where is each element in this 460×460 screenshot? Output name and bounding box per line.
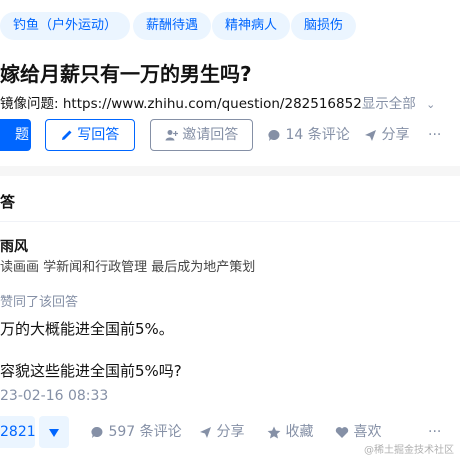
answer-paragraph: 容貌这些能进全国前5%吗? (0, 362, 182, 380)
invite-answer-label: 邀请回答 (182, 127, 239, 143)
topic-tag-brain[interactable]: 脑损伤 (291, 12, 357, 40)
answers-header (0, 176, 460, 222)
chevron-down-icon[interactable]: ⌄ (426, 98, 435, 111)
answer-author-bio: 读画画 学新闻和行政管理 最后成为地产策划 (0, 260, 256, 275)
answer-share-button[interactable]: 分享 (199, 416, 244, 448)
heart-icon (335, 426, 349, 438)
follow-question-button[interactable]: 题 (0, 119, 31, 151)
answer-date[interactable]: 23-02-16 08:33 (0, 388, 108, 404)
collect-button[interactable]: 收藏 (267, 416, 313, 448)
question-header: 钓鱼（户外运动） 薪酬待遇 精神病人 脑损伤 嫁给月薪只有一万的男生吗? 镜像问… (0, 0, 460, 166)
topic-tag-fishing[interactable]: 钓鱼（户外运动） (0, 12, 131, 40)
mirror-url[interactable]: https://www.zhihu.com/question/282516852 (63, 96, 362, 112)
triangle-down-icon (49, 428, 59, 437)
upvote-button[interactable]: 2821 (0, 416, 36, 448)
pencil-icon (61, 130, 72, 140)
answer-author-name[interactable]: 雨风 (0, 236, 28, 256)
answer-share-label: 分享 (216, 424, 245, 440)
mirror-label: 镜像问题: (0, 96, 59, 112)
question-comments-label: 14 条评论 (285, 127, 350, 143)
mirror-question: 镜像问题: https://www.zhihu.com/question/282… (0, 92, 435, 112)
invite-answer-button[interactable]: 邀请回答 (150, 119, 253, 151)
question-more-button[interactable]: ··· (428, 119, 441, 151)
topic-tag-mental[interactable]: 精神病人 (212, 12, 291, 40)
write-answer-button[interactable]: 写回答 (45, 119, 135, 151)
write-answer-label: 写回答 (77, 127, 120, 143)
answer-paragraph: 万的大概能进全国前5%。 (0, 320, 174, 338)
comment-icon (91, 426, 103, 438)
comment-icon (268, 129, 280, 141)
agree-note: 赞同了该回答 (0, 295, 79, 310)
add-user-icon (165, 130, 178, 141)
answers-heading: 答 (0, 193, 16, 211)
question-share-button[interactable]: 分享 (364, 119, 409, 151)
like-label: 喜欢 (353, 424, 382, 440)
question-title[interactable]: 嫁给月薪只有一万的男生吗? (0, 58, 252, 87)
question-comments-button[interactable]: 14 条评论 (268, 119, 350, 151)
downvote-button[interactable] (39, 416, 69, 448)
answer-comments-label: 597 条评论 (108, 424, 182, 440)
share-icon (365, 129, 376, 141)
watermark: @稀土掘金技术社区 (364, 445, 454, 456)
topic-tag-salary[interactable]: 薪酬待遇 (133, 12, 212, 40)
show-all-link[interactable]: 显示全部 (362, 96, 416, 112)
question-share-label: 分享 (381, 127, 410, 143)
share-icon (200, 426, 211, 438)
collect-label: 收藏 (285, 424, 314, 440)
star-icon (267, 426, 281, 438)
answer-comments-button[interactable]: 597 条评论 (91, 416, 182, 448)
